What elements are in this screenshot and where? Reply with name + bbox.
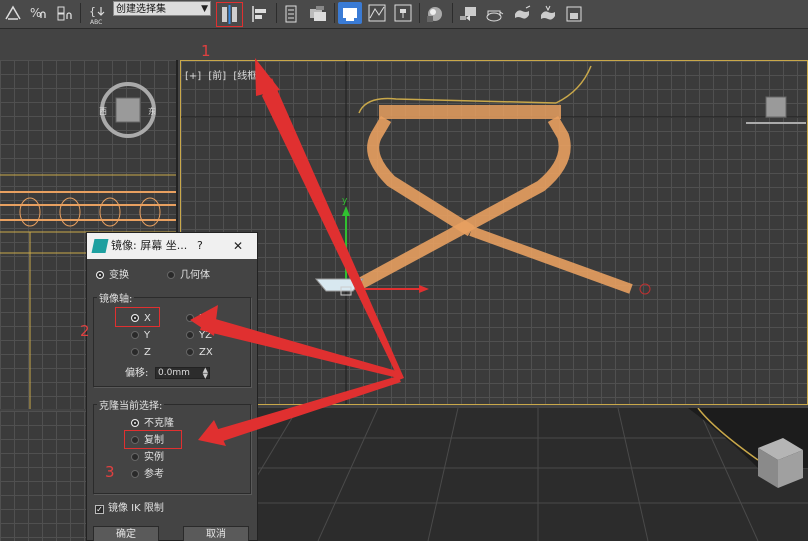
dialog-titlebar[interactable]: 镜像: 屏幕 坐... ? ✕	[87, 233, 257, 259]
chair-front-wireframe	[353, 65, 651, 295]
viewport-top[interactable]	[0, 411, 90, 541]
mode-geometry-label: 几何体	[180, 270, 210, 281]
clone-selection-title: 克隆当前选择:	[97, 397, 165, 412]
axis-zx-label: ZX	[199, 347, 213, 358]
schematic-view-icon[interactable]	[392, 2, 414, 24]
offset-value: 0.0mm	[158, 368, 190, 378]
material-editor-icon[interactable]	[423, 2, 447, 24]
toolbar-separator	[80, 3, 81, 23]
render-production-icon[interactable]	[562, 2, 586, 24]
clone-none-label: 不克隆	[144, 418, 174, 429]
radio-selected-icon	[131, 419, 139, 427]
gizmo-y-label: y	[342, 196, 348, 206]
viewcube-icon[interactable]	[115, 97, 141, 123]
abc-label: ABC	[90, 19, 102, 26]
spinner-snap-icon[interactable]	[53, 2, 75, 24]
radio-icon	[131, 470, 139, 478]
mode-transform-label: 变换	[109, 270, 129, 281]
mirror-ik-checkbox[interactable]: ✓ 镜像 IK 限制	[95, 499, 164, 514]
offset-label: 偏移:	[125, 368, 149, 379]
help-button[interactable]: ?	[197, 233, 203, 259]
named-selection-dropdown[interactable]: 创建选择集 ▼	[113, 1, 211, 16]
clone-none-radio[interactable]: 不克隆	[131, 418, 174, 430]
ribbon-icon[interactable]	[338, 2, 362, 24]
toolbar-separator	[276, 3, 277, 23]
axis-z-label: Z	[144, 347, 151, 358]
rendered-frame-icon[interactable]	[482, 2, 506, 24]
toolbar-separator	[419, 3, 420, 23]
axis-z-radio[interactable]: Z	[131, 347, 151, 359]
mirror-ik-label: 镜像 IK 限制	[108, 503, 164, 514]
viewport-perspective[interactable]	[258, 408, 808, 541]
clone-instance-radio[interactable]: 实例	[131, 452, 164, 464]
clone-instance-label: 实例	[144, 452, 164, 463]
close-button[interactable]: ✕	[233, 233, 243, 259]
axis-zx-radio[interactable]: ZX	[186, 347, 213, 359]
chevron-down-icon: ▼	[201, 4, 208, 14]
axis-yz-radio[interactable]: YZ	[186, 330, 212, 342]
dialog-title: 镜像: 屏幕 坐...	[111, 239, 188, 252]
radio-selected-icon	[96, 271, 104, 279]
command-strip	[0, 29, 808, 60]
checkmark-icon: ✓	[95, 505, 104, 514]
svg-text:{: {	[89, 5, 96, 18]
mirror-dialog: 镜像: 屏幕 坐... ? ✕ 变换 几何体 镜像轴: X Y Z XY YZ …	[86, 232, 258, 541]
offset-spinner[interactable]: 0.0mm ▲ ▼	[155, 367, 210, 380]
mirror-button[interactable]	[216, 2, 243, 27]
highlight-clone-copy	[124, 430, 182, 449]
radio-icon	[186, 331, 194, 339]
snap-toggle-icon[interactable]	[2, 2, 24, 24]
axis-y-radio[interactable]: Y	[131, 330, 150, 342]
layer-manager-icon[interactable]	[280, 2, 302, 24]
ok-button[interactable]: 确定	[93, 526, 159, 541]
viewcube-icon[interactable]	[765, 96, 787, 118]
scene-explorer-icon[interactable]	[306, 2, 330, 24]
radio-icon	[131, 348, 139, 356]
svg-text:%: %	[30, 6, 41, 20]
axis-y-label: Y	[144, 330, 151, 341]
toolbar-separator	[334, 3, 335, 23]
radio-icon	[186, 348, 194, 356]
viewcube-west-label: 西	[99, 107, 107, 116]
annotation-step-3: 3	[105, 463, 115, 481]
main-toolbar: % {ABC 创建选择集 ▼	[0, 0, 808, 29]
curve-editor-icon[interactable]	[366, 2, 388, 24]
axis-xy-radio[interactable]: XY	[186, 313, 212, 325]
edit-named-selection-icon[interactable]: {ABC	[86, 2, 110, 26]
annotation-step-1: 1	[201, 42, 211, 60]
app-icon	[91, 239, 109, 253]
axis-yz-label: YZ	[199, 330, 212, 341]
clone-reference-label: 参考	[144, 469, 164, 480]
clone-reference-radio[interactable]: 参考	[131, 469, 164, 481]
radio-icon	[167, 271, 175, 279]
radio-icon	[131, 331, 139, 339]
highlight-axis-x	[115, 307, 160, 327]
radio-icon	[186, 314, 194, 322]
viewport-front[interactable]: [+] [前] [线框] y	[180, 60, 808, 405]
mode-geometry-radio[interactable]: 几何体	[167, 270, 210, 282]
mirror-axis-title: 镜像轴:	[97, 290, 135, 305]
radio-icon	[131, 453, 139, 461]
axis-xy-label: XY	[199, 313, 212, 324]
cancel-button[interactable]: 取消	[183, 526, 249, 541]
render-icon[interactable]	[510, 2, 534, 24]
mode-transform-radio[interactable]: 变换	[96, 270, 129, 282]
percent-snap-icon[interactable]: %	[27, 2, 49, 24]
render-iterative-icon[interactable]	[536, 2, 560, 24]
align-icon[interactable]	[248, 2, 272, 24]
viewcube-east-label: 东	[148, 106, 156, 116]
annotation-step-2: 2	[80, 322, 90, 340]
named-selection-value: 创建选择集	[116, 4, 166, 15]
toolbar-separator	[452, 3, 453, 23]
spinner-arrows-icon[interactable]: ▲ ▼	[203, 367, 208, 380]
render-setup-icon[interactable]	[456, 2, 480, 24]
mirror-icon	[222, 5, 237, 24]
